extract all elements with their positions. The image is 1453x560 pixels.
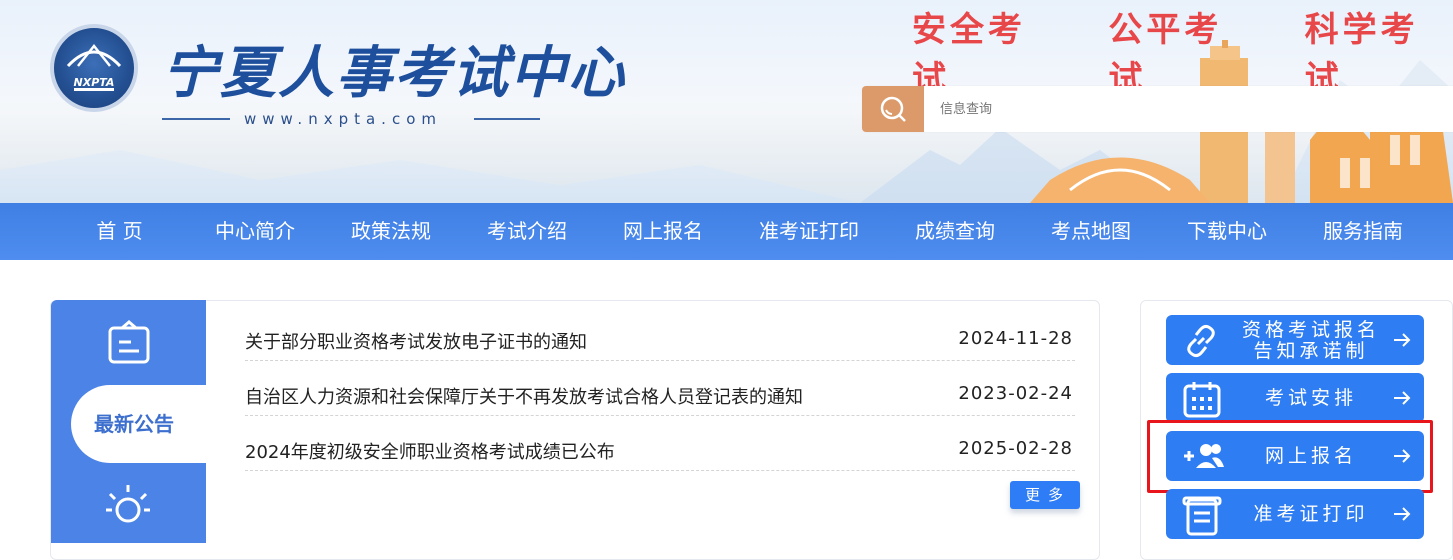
nav-online-registration[interactable]: 网上报名 [595, 203, 731, 260]
more-button[interactable]: 更多 [1010, 481, 1080, 509]
search-button[interactable] [862, 86, 924, 132]
nav-score-query[interactable]: 成绩查询 [887, 203, 1023, 260]
site-url: www.nxpta.com [244, 110, 442, 128]
exam-schedule-label: 考试安排 [1264, 387, 1357, 409]
arrow-right-icon [1394, 507, 1411, 521]
admission-ticket-print-label: 准考证打印 [1253, 503, 1369, 525]
search-icon [880, 96, 906, 122]
news-date: 2024-11-28 [958, 328, 1073, 349]
calendar-icon [1183, 382, 1221, 418]
nav-about[interactable]: 中心简介 [187, 203, 323, 260]
search-bar [862, 86, 1453, 132]
main-nav: 首 页 中心简介 政策法规 考试介绍 网上报名 准考证打印 成绩查询 考点地图 … [0, 203, 1453, 260]
news-date: 2023-02-24 [958, 383, 1073, 404]
site-header: NXPTA 宁夏人事考试中心 www.nxpta.com 安全考试 公平考试 科… [0, 0, 1453, 203]
url-divider-right [474, 118, 540, 120]
news-title[interactable]: 自治区人力资源和社会保障厅关于不再发放考试合格人员登记表的通知 [245, 383, 803, 409]
url-divider-left [162, 118, 230, 120]
arrow-right-icon [1394, 391, 1411, 405]
news-item[interactable]: 自治区人力资源和社会保障厅关于不再发放考试合格人员登记表的通知 2023-02-… [245, 361, 1075, 416]
site-title: 宁夏人事考试中心 [162, 40, 626, 106]
qualification-registration-line1: 资格考试报名 [1241, 319, 1380, 341]
news-title[interactable]: 关于部分职业资格考试发放电子证书的通知 [245, 328, 587, 354]
highlight-box [1147, 420, 1433, 493]
tab-latest-announcements[interactable]: 最新公告 [71, 385, 207, 463]
tab-latest-announcements-label: 最新公告 [94, 412, 174, 436]
search-input[interactable] [930, 86, 1430, 132]
news-item[interactable]: 2024年度初级安全师职业资格考试成绩已公布 2025-02-28 [245, 416, 1075, 471]
nav-downloads[interactable]: 下载中心 [1159, 203, 1295, 260]
news-title[interactable]: 2024年度初级安全师职业资格考试成绩已公布 [245, 438, 615, 464]
nav-policies[interactable]: 政策法规 [323, 203, 459, 260]
arrow-right-icon [1394, 333, 1411, 347]
nav-exam-site-map[interactable]: 考点地图 [1023, 203, 1159, 260]
nav-home[interactable]: 首 页 [52, 203, 187, 260]
news-item[interactable]: 关于部分职业资格考试发放电子证书的通知 2024-11-28 [245, 306, 1075, 361]
news-date: 2025-02-28 [958, 438, 1073, 459]
notice-board-icon[interactable] [107, 320, 151, 366]
site-logo[interactable]: NXPTA [50, 24, 138, 112]
link-icon [1187, 324, 1215, 358]
nav-service-guide[interactable]: 服务指南 [1295, 203, 1431, 260]
document-icon [1182, 496, 1222, 536]
nav-exam-intro[interactable]: 考试介绍 [459, 203, 595, 260]
pavilion-icon [66, 43, 122, 91]
lightbulb-icon[interactable] [104, 482, 152, 532]
qualification-registration-commitment-button[interactable]: 资格考试报名 告知承诺制 [1166, 315, 1424, 365]
exam-schedule-button[interactable]: 考试安排 [1166, 373, 1424, 423]
nav-admission-ticket[interactable]: 准考证打印 [731, 203, 887, 260]
qualification-registration-line2: 告知承诺制 [1253, 340, 1369, 362]
admission-ticket-print-button[interactable]: 准考证打印 [1166, 489, 1424, 539]
logo-text: NXPTA [73, 76, 115, 89]
